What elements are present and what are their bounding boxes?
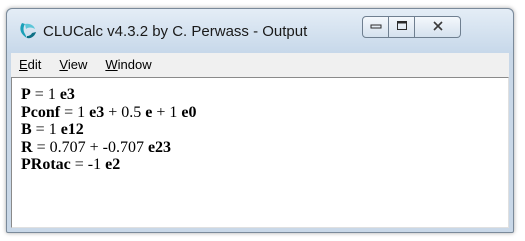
close-icon xyxy=(432,18,444,36)
window-controls xyxy=(362,16,461,38)
minimize-button[interactable] xyxy=(362,16,389,38)
menu-view[interactable]: View xyxy=(50,53,96,77)
maximize-button[interactable] xyxy=(389,16,415,38)
close-button[interactable] xyxy=(415,16,461,38)
title-bar[interactable]: CLUCalc v4.3.2 by C. Perwass - Output xyxy=(7,9,513,53)
output-pane[interactable]: P = 1 e3 Pconf = 1 e3 + 0.5 e + 1 e0 B =… xyxy=(11,77,509,228)
output-line-b: B = 1 e12 xyxy=(21,121,84,138)
output-line-pconf: Pconf = 1 e3 + 0.5 e + 1 e0 xyxy=(21,103,197,121)
window-title: CLUCalc v4.3.2 by C. Perwass - Output xyxy=(43,23,308,40)
maximize-icon xyxy=(396,18,408,36)
minimize-icon xyxy=(370,18,382,36)
menu-edit[interactable]: Edit xyxy=(11,53,50,77)
menu-window[interactable]: Window xyxy=(96,53,160,77)
output-line-r: R = 0.707 + -0.707 e23 xyxy=(21,138,172,156)
output-line-protac: PRotac = -1 e2 xyxy=(21,156,121,173)
menu-bar: Edit View Window xyxy=(11,53,509,77)
output-line-p: P = 1 e3 xyxy=(21,86,75,103)
output-window: CLUCalc v4.3.2 by C. Perwass - Output Ed… xyxy=(6,8,514,233)
clucalc-app-icon[interactable] xyxy=(17,20,39,42)
